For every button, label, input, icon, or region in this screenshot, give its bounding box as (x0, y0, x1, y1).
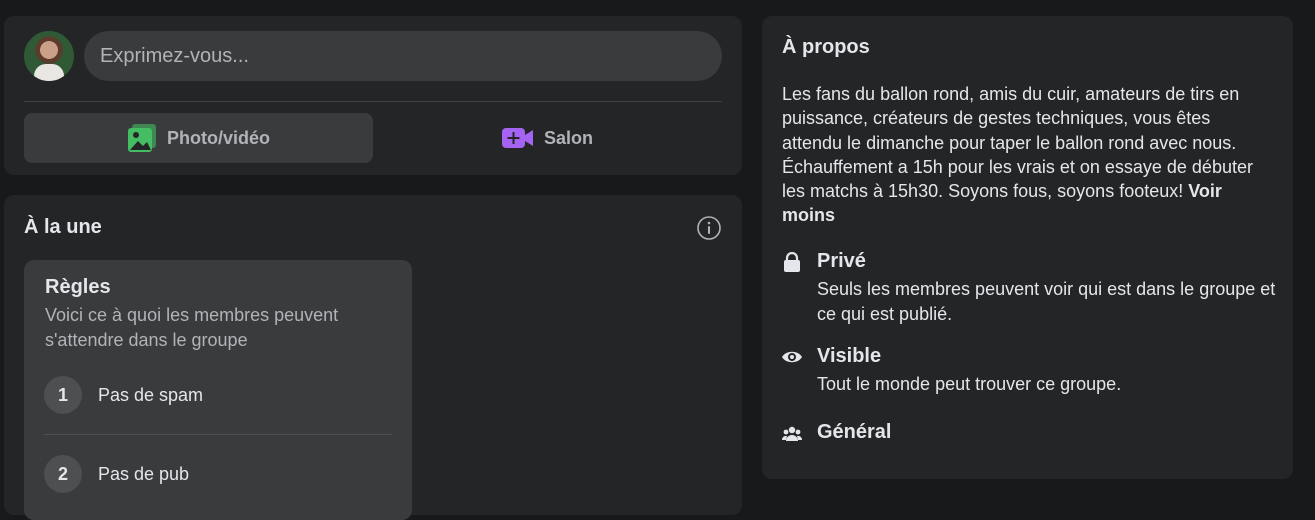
composer-input[interactable]: Exprimez-vous... (84, 31, 722, 81)
photo-video-button[interactable]: Photo/vidéo (24, 113, 373, 163)
rules-title: Règles (45, 276, 111, 298)
about-description: Les fans du ballon rond, amis du cuir, a… (782, 82, 1272, 228)
salon-button[interactable]: Salon (373, 113, 722, 163)
section-title: À la une (24, 216, 102, 238)
rule-item[interactable]: 2 Pas de pub (44, 454, 189, 494)
avatar[interactable] (24, 31, 74, 81)
row-title: Visible (817, 345, 882, 367)
photo-video-label: Photo/vidéo (167, 127, 270, 148)
info-icon[interactable] (697, 216, 721, 240)
rule-label: Pas de spam (98, 384, 204, 405)
description-text: Les fans du ballon rond, amis du cuir, a… (782, 84, 1253, 202)
group-icon (782, 426, 802, 441)
rule-number: 2 (44, 455, 82, 493)
eye-icon (782, 351, 802, 363)
rules-subtitle: Voici ce à quoi les membres peuvent s'at… (45, 305, 339, 350)
row-description: Seuls les membres peuvent voir qui est d… (817, 279, 1276, 324)
lock-icon (784, 252, 800, 272)
rule-item[interactable]: 1 Pas de spam (44, 375, 203, 415)
photo-icon (128, 124, 156, 152)
rule-number: 1 (44, 376, 82, 414)
row-title: Général (817, 421, 892, 443)
row-title: Privé (817, 250, 866, 272)
divider (44, 434, 392, 435)
salon-label: Salon (543, 127, 593, 148)
video-camera-icon (501, 128, 533, 148)
row-description: Tout le monde peut trouver ce groupe. (817, 374, 1122, 394)
rule-label: Pas de pub (98, 463, 190, 484)
about-title: À propos (782, 36, 870, 58)
divider (24, 101, 722, 102)
